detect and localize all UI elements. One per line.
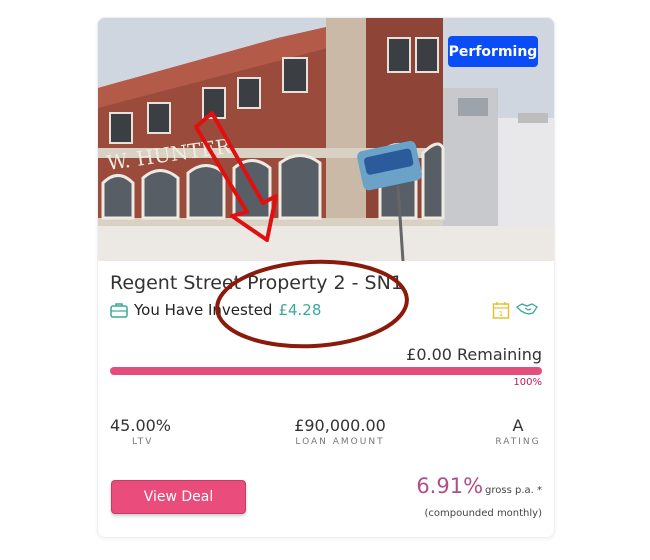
compounding-note: (compounded monthly): [424, 508, 542, 519]
svg-text:1: 1: [499, 310, 503, 318]
invested-row: You Have Invested £4.28: [110, 301, 321, 319]
interest-rate-suffix: gross p.a. *: [485, 485, 542, 496]
invested-label: You Have Invested: [134, 301, 273, 319]
interest-rate-value: 6.91%: [416, 474, 484, 498]
view-deal-button[interactable]: View Deal: [111, 480, 246, 514]
funding-progress-bar: [110, 367, 542, 375]
status-badge: Performing: [448, 36, 538, 67]
briefcase-icon: [110, 302, 128, 318]
stat-rating: A RATING: [488, 416, 548, 447]
stat-ltv-label: LTV: [132, 437, 154, 447]
stat-ltv: 45.00% LTV: [110, 416, 171, 447]
stat-rating-label: RATING: [495, 437, 541, 447]
property-card: W. HUNTER Performing Regent Street Prope…: [97, 17, 555, 538]
property-title[interactable]: Regent Street Property 2 - SN1: [110, 272, 403, 294]
deal-icons: 1: [492, 301, 538, 324]
funding-progress-fill: [110, 367, 542, 375]
stat-rating-value: A: [512, 416, 524, 435]
remaining-amount: £0.00 Remaining: [406, 345, 542, 364]
stat-loan-amount-label: LOAN AMOUNT: [295, 437, 385, 447]
stat-loan-amount-value: £90,000.00: [294, 416, 386, 435]
stat-loan-amount: £90,000.00 LOAN AMOUNT: [280, 416, 400, 447]
funding-percent: 100%: [513, 377, 542, 388]
invested-amount: £4.28: [278, 301, 322, 319]
handshake-icon[interactable]: [515, 301, 538, 324]
calendar-icon[interactable]: 1: [492, 301, 510, 324]
interest-rate: 6.91% gross p.a. *: [416, 474, 542, 498]
stat-ltv-value: 45.00%: [110, 416, 172, 435]
